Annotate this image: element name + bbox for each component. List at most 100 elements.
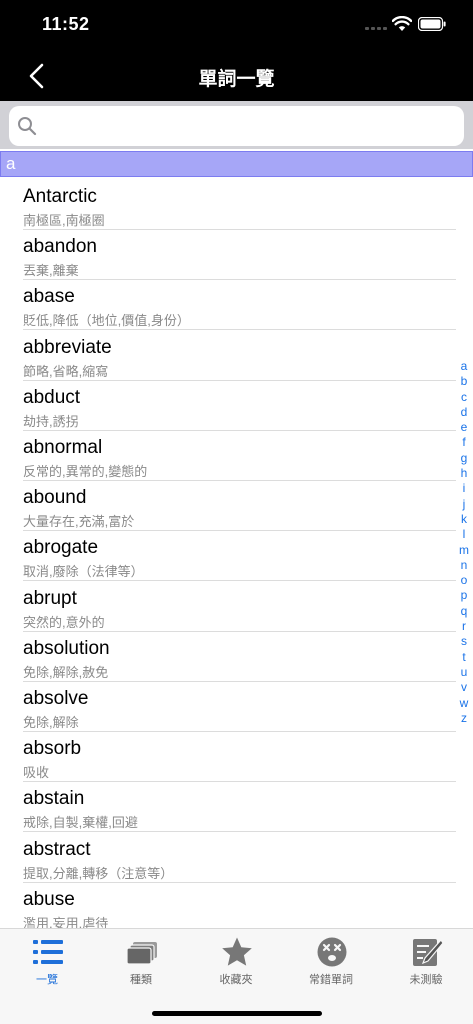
word-text: abound	[23, 487, 87, 509]
tab-label: 種類	[130, 974, 152, 986]
index-letter[interactable]: e	[456, 420, 472, 435]
index-letter[interactable]: i	[456, 481, 472, 496]
index-letter[interactable]: c	[456, 390, 472, 405]
word-meaning: 濫用,妄用,虐待	[23, 915, 109, 928]
tab-bar: 一覽 種類 收藏夾 常錯單詞 未測驗	[0, 928, 473, 1024]
index-letter[interactable]: m	[456, 543, 472, 558]
word-list-item[interactable]: abound 大量存在,充滿,富於	[0, 481, 473, 532]
tab-favorites[interactable]: 收藏夾	[189, 929, 283, 991]
word-list-item[interactable]: absolution 免除,解除,赦免	[0, 632, 473, 682]
word-meaning: 劫持,誘拐	[23, 413, 79, 429]
word-text: abrogate	[23, 537, 99, 559]
word-text: abduct	[23, 386, 81, 408]
word-list-item[interactable]: abduct 劫持,誘拐	[0, 381, 473, 431]
word-meaning: 戒除,自製,棄權,回避	[23, 815, 138, 831]
index-letter[interactable]: j	[456, 497, 472, 512]
word-text: abuse	[23, 888, 75, 910]
word-list-item[interactable]: abbreviate 節略,省略,縮寫	[0, 331, 473, 381]
word-list-item[interactable]: abstain 戒除,自製,棄權,回避	[0, 782, 473, 833]
word-text: absolve	[23, 688, 89, 709]
tab-label: 未測驗	[409, 974, 443, 986]
word-list-item[interactable]: abnormal 反常的,異常的,變態的	[0, 431, 473, 481]
word-text: absorb	[23, 738, 82, 760]
section-header: a	[0, 151, 473, 177]
word-text: Antarctic	[23, 186, 97, 207]
word-meaning: 突然的,意外的	[23, 614, 105, 630]
navigation-bar: 單詞一覽	[0, 50, 473, 101]
tab-label: 常錯單詞	[309, 974, 353, 986]
word-list-item[interactable]: abstract 提取,分離,轉移（注意等）	[0, 833, 473, 883]
word-meaning: 免除,解除	[23, 715, 79, 730]
alphabet-index[interactable]: abcdefghijklmnopqrstuvwz	[456, 359, 472, 726]
index-letter[interactable]: a	[456, 359, 472, 374]
dizzy-face-icon	[317, 937, 347, 967]
search-field-container[interactable]	[9, 106, 464, 146]
cellular-signal-icon	[365, 27, 387, 30]
word-list-item[interactable]: abandon 丟棄,離棄	[0, 230, 473, 281]
index-letter[interactable]: t	[456, 650, 472, 665]
index-letter[interactable]: u	[456, 665, 472, 680]
tab-mistakes[interactable]: 常錯單詞	[284, 929, 378, 991]
search-input[interactable]	[43, 112, 453, 140]
status-time: 11:52	[42, 14, 90, 34]
word-text: abandon	[23, 236, 97, 258]
star-icon	[222, 937, 252, 966]
tab-categories[interactable]: 種類	[94, 929, 188, 991]
index-letter[interactable]: v	[456, 680, 472, 695]
index-letter[interactable]: p	[456, 588, 472, 603]
word-meaning: 反常的,異常的,變態的	[23, 464, 148, 479]
word-text: absolution	[23, 637, 110, 659]
index-letter[interactable]: b	[456, 374, 472, 389]
battery-icon	[418, 17, 446, 31]
index-letter[interactable]: h	[456, 466, 472, 481]
cards-icon	[126, 942, 157, 965]
index-letter[interactable]: s	[456, 634, 472, 649]
word-list-item[interactable]: abrupt 突然的,意外的	[0, 582, 473, 632]
word-text: abbreviate	[23, 336, 112, 358]
index-letter[interactable]: q	[456, 604, 472, 619]
word-list-item[interactable]: abase 貶低,降低（地位,價值,身份）	[0, 280, 473, 331]
search-bar	[0, 101, 473, 149]
word-meaning: 貶低,降低（地位,價值,身份）	[23, 313, 190, 329]
word-meaning: 丟棄,離棄	[23, 263, 79, 279]
word-text: abstain	[23, 788, 85, 810]
word-text: abrupt	[23, 587, 77, 609]
word-meaning: 節略,省略,縮寫	[23, 363, 109, 379]
tab-list[interactable]: 一覽	[0, 929, 94, 991]
index-letter[interactable]: r	[456, 619, 472, 634]
word-list[interactable]: Antarctic 南極區,南極圈 abandon 丟棄,離棄 abase 貶低,降低（地…	[0, 180, 473, 928]
word-list-item[interactable]: abrogate 取消,廢除（法律等）	[0, 531, 473, 582]
index-letter[interactable]: k	[456, 512, 472, 527]
index-letter[interactable]: z	[456, 711, 472, 726]
word-meaning: 提取,分離,轉移（注意等）	[23, 865, 174, 881]
search-icon	[18, 117, 37, 136]
list-icon	[33, 940, 63, 964]
word-list-item[interactable]: abuse 濫用,妄用,虐待	[0, 883, 473, 928]
word-list-item[interactable]: absolve 免除,解除	[0, 682, 473, 732]
edit-note-icon	[413, 939, 443, 966]
word-meaning: 取消,廢除（法律等）	[23, 564, 144, 580]
word-text: abase	[23, 286, 75, 308]
word-meaning: 吸收	[23, 765, 50, 781]
word-text: abnormal	[23, 437, 103, 458]
word-text: abstract	[23, 838, 91, 860]
tab-untested[interactable]: 未測驗	[379, 929, 473, 991]
index-letter[interactable]: f	[456, 435, 472, 450]
status-bar: 11:52	[0, 0, 473, 50]
index-letter[interactable]: g	[456, 451, 472, 466]
word-list-item[interactable]: Antarctic 南極區,南極圈	[0, 180, 473, 230]
home-indicator	[152, 1011, 322, 1016]
wifi-icon	[392, 16, 412, 31]
index-letter[interactable]: o	[456, 573, 472, 588]
word-meaning: 南極區,南極圈	[23, 213, 105, 228]
tab-label: 一覽	[36, 974, 58, 986]
index-letter[interactable]: n	[456, 558, 472, 573]
word-meaning: 免除,解除,赦免	[23, 664, 109, 680]
word-meaning: 大量存在,充滿,富於	[23, 514, 135, 530]
index-letter[interactable]: l	[456, 527, 472, 542]
word-list-item[interactable]: absorb 吸收	[0, 732, 473, 783]
index-letter[interactable]: w	[456, 696, 472, 711]
index-letter[interactable]: d	[456, 405, 472, 420]
page-title: 單詞一覽	[198, 69, 275, 90]
tab-label: 收藏夾	[219, 974, 253, 986]
